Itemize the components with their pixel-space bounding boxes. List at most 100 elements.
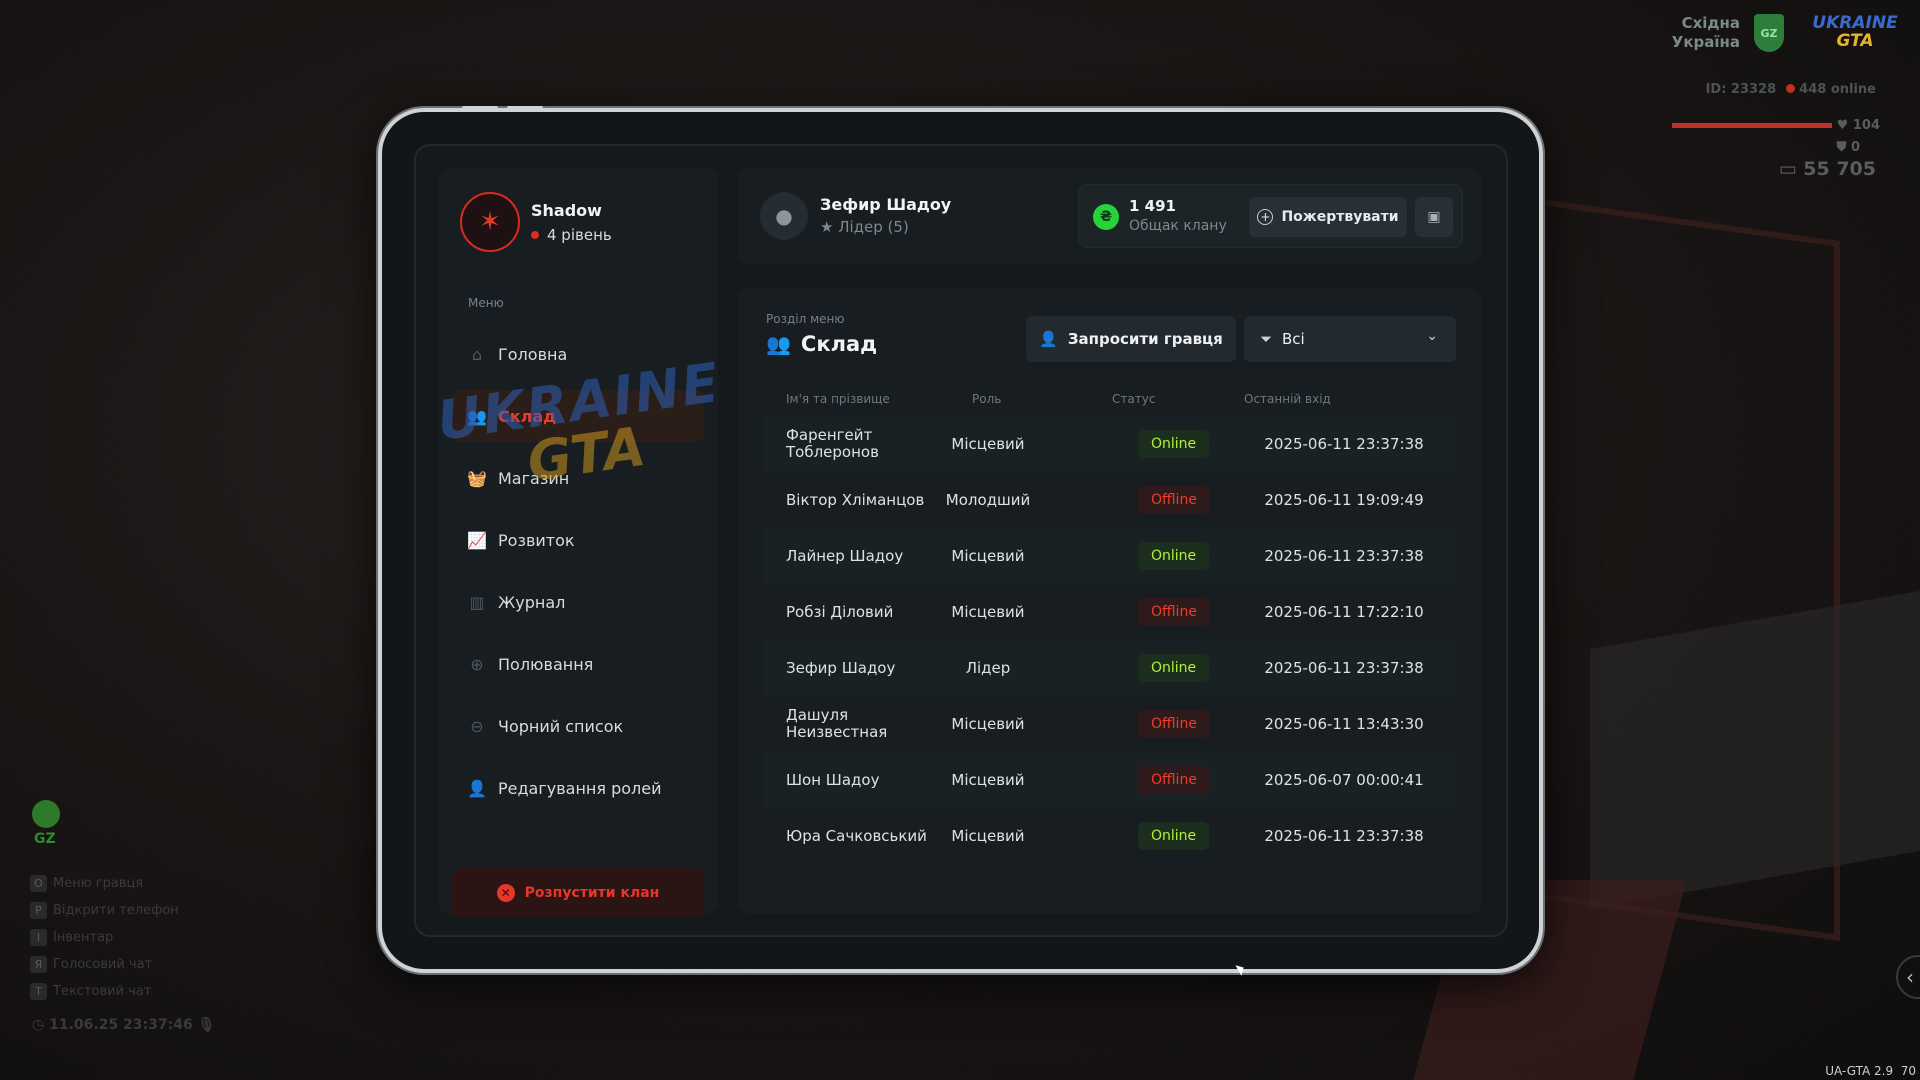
sidebar-item-1[interactable]: 👥 Склад [452,390,704,442]
sidebar-item-label: Розвиток [498,530,575,550]
member-role: Лідер [965,659,1011,677]
column-role: Роль [972,392,1002,406]
status-badge: Offline [1138,598,1210,626]
region-shield-icon: GZ [1754,14,1784,52]
sidebar-item-3[interactable]: 📈 Розвиток [452,514,704,566]
member-role: Місцевий [951,771,1025,789]
table-row[interactable]: Дашуля Неизвестная Місцевий Offline 2025-06… [764,696,1456,752]
user-edit-icon: 👤 [467,778,487,798]
members-table: Фаренгейт Тоблеронов Місцевий Online 2025-0… [764,416,1456,864]
member-last-login: 2025-06-07 00:00:41 [1264,771,1424,789]
status-badge: Online [1138,542,1210,570]
table-row[interactable]: Віктор Хліманцов Молодший Offline 2025-06-1… [764,472,1456,528]
key-cap: P [30,902,47,919]
column-name: Ім'я та прізвище [786,392,890,406]
member-name: Фаренгейт Тоблеронов [786,426,879,461]
archive-button[interactable]: ▣ [1415,197,1453,237]
clan-treasury: ₴ 1 491 Общак клану + Пожертвувати ▣ [1078,184,1463,248]
health-value: ♥ 104 [1836,118,1880,133]
game-logo: UKRAINE GTA [1812,13,1898,51]
member-last-login: 2025-06-11 17:22:10 [1264,603,1424,621]
table-row[interactable]: Юра Сачковський Місцевий Online 2025-06-11 … [764,808,1456,864]
game-version: UA-GTA 2.9 70 [1825,1064,1916,1078]
hud-clock: ◷ 11.06.25 23:37:46 🎙 [32,1017,216,1033]
column-status: Статус [1112,392,1156,406]
sidebar-item-6[interactable]: ⊖ Чорний список [452,700,704,752]
status-badge: Offline [1138,486,1210,514]
treasury-value: 1 491 [1129,197,1176,215]
member-role: Місцевий [951,827,1025,845]
member-last-login: 2025-06-11 19:09:49 [1264,491,1424,509]
sidebar-item-4[interactable]: ▥ Журнал [452,576,704,628]
member-name: Шон Шадоу [786,770,880,789]
donate-label: Пожертвувати [1281,209,1399,225]
sidebar: ✶ Shadow 4 рівень Меню ⌂ Головна 👥 Склад 🧺 Ма… [438,168,718,918]
clan-logo-icon: ✶ [460,192,520,252]
plus-circle-icon: + [1257,209,1274,225]
sidebar-item-7[interactable]: 👤 Редагування ролей [452,762,704,814]
members-panel: Розділ меню 👥 Склад 👤 Запросити гравця ⏷… [738,288,1482,914]
keybind-item: Я Голосовий чат [30,951,179,978]
sidebar-item-0[interactable]: ⌂ Головна [452,328,704,380]
clan-level: 4 рівень [531,226,612,244]
sidebar-item-label: Редагування ролей [498,778,662,798]
user-avatar-icon: ● [760,192,808,240]
chevron-down-icon: ⌄ [1426,328,1438,344]
key-cap: Я [30,956,47,973]
close-circle-icon: ✕ [496,884,515,902]
table-row[interactable]: Лайнер Шадоу Місцевий Online 2025-06-11 23:… [764,528,1456,584]
member-role: Місцевий [951,435,1025,453]
status-filter-select[interactable]: ⏷ Всі ⌄ [1244,316,1456,362]
archive-icon: ▣ [1427,209,1441,225]
member-last-login: 2025-06-11 13:43:30 [1264,715,1424,733]
keybind-item: P Відкрити телефон [30,897,179,924]
status-badge: Online [1138,430,1210,458]
side-panel-toggle-button[interactable]: ‹ [1896,955,1920,999]
sidebar-item-2[interactable]: 🧺 Магазин [452,452,704,504]
clan-profile: ✶ Shadow 4 рівень [460,192,612,252]
armor-value: ⛊ 0 [1836,140,1860,155]
table-row[interactable]: Зефир Шадоу Лідер Online 2025-06-11 23:37:3… [764,640,1456,696]
sidebar-menu: ⌂ Головна 👥 Склад 🧺 Магазин 📈 Розвиток ▥ Журнал ⊕ П… [452,328,704,824]
tablet-screen: ✶ Shadow 4 рівень Меню ⌂ Головна 👥 Склад 🧺 Ма… [414,144,1508,937]
invite-player-button[interactable]: 👤 Запросити гравця [1026,316,1236,362]
key-cap: T [30,983,47,1000]
sidebar-item-label: Полювання [498,654,594,674]
menu-label: Меню [468,296,504,310]
section-label: Розділ меню [766,312,845,326]
status-badge: Offline [1138,710,1210,738]
filter-value: Всі [1282,330,1305,348]
gz-indicator-icon [32,800,60,828]
sidebar-item-5[interactable]: ⊕ Полювання [452,638,704,690]
member-role: Місцевий [951,603,1025,621]
hud-keybinds: O Меню гравця P Відкрити телефон I Інвентар Я Г… [30,870,179,1005]
hud-region: Східна Україна [1671,14,1740,51]
donate-button[interactable]: + Пожертвувати [1249,197,1407,237]
users-icon: 👥 [467,406,487,426]
column-last-login: Останній вхід [1244,392,1331,406]
table-row[interactable]: Шон Шадоу Місцевий Offline 2025-06-07 00:00… [764,752,1456,808]
sidebar-item-label: Головна [498,344,568,364]
member-role: Місцевий [951,715,1025,733]
user-card: ● Зефир Шадоу ★ Лідер (5) ₴ 1 491 Общак … [738,168,1482,264]
member-role: Місцевий [951,547,1025,565]
table-row[interactable]: Фаренгейт Тоблеронов Місцевий Online 2025-0… [764,416,1456,472]
key-cap: O [30,875,47,892]
status-badge: Online [1138,822,1210,850]
book-icon: ▥ [469,592,485,612]
member-last-login: 2025-06-11 23:37:38 [1264,659,1424,677]
sidebar-item-label: Чорний список [498,716,624,736]
coin-icon: ₴ [1093,204,1119,230]
table-row[interactable]: Робзі Діловий Місцевий Offline 2025-06-11 1… [764,584,1456,640]
gz-label: GZ [34,831,56,847]
keybind-label: Меню гравця [53,876,144,891]
invite-label: Запросити гравця [1067,330,1223,348]
user-plus-icon: 👤 [1039,330,1058,348]
level-dot-icon [531,231,539,239]
users-icon: 👥 [766,332,791,356]
status-badge: Offline [1138,766,1210,794]
member-name: Віктор Хліманцов [786,490,925,509]
disband-clan-button[interactable]: ✕ Розпустити клан [452,868,704,918]
member-name: Зефир Шадоу [786,658,896,677]
sidebar-item-label: Склад [498,406,557,426]
